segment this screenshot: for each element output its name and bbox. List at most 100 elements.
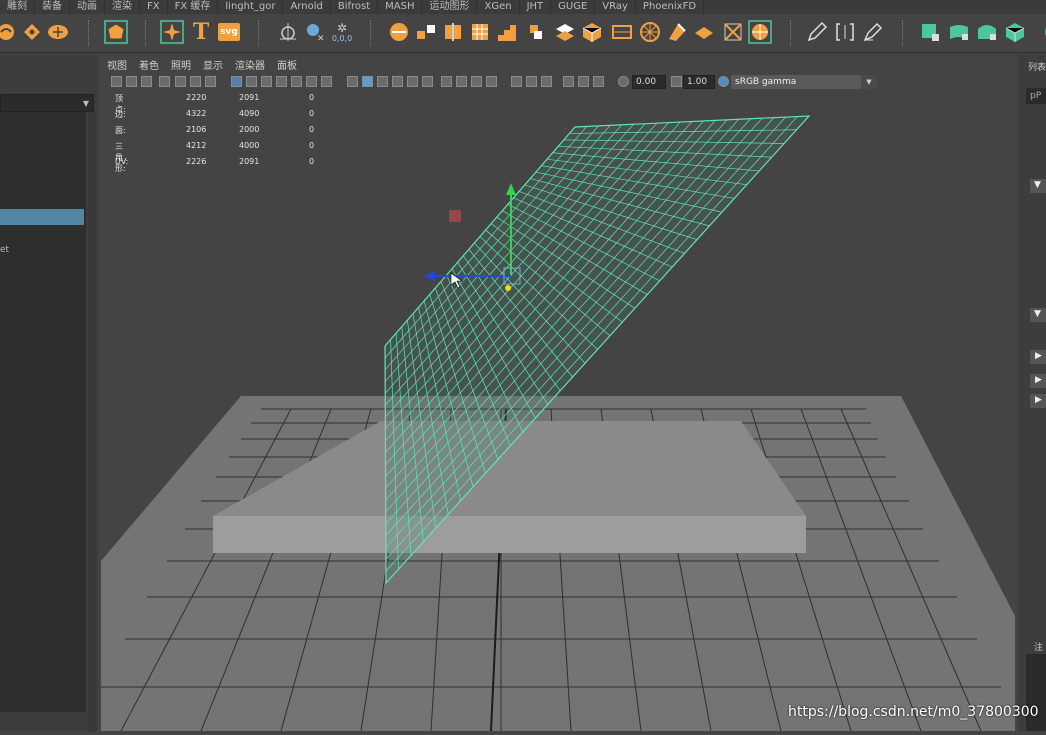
shelf-tab[interactable]: GUGE	[551, 0, 596, 14]
locator-remove-icon[interactable]: ✕	[303, 20, 327, 44]
smooth-shade-icon[interactable]	[362, 76, 373, 87]
orange-swirl-icon[interactable]	[0, 20, 18, 44]
shelf-tab[interactable]: 渲染	[105, 0, 140, 14]
menu-view[interactable]: 视图	[101, 57, 133, 72]
y-arrow-icon[interactable]	[506, 183, 516, 195]
outliner-scrollbar[interactable]	[88, 112, 96, 732]
image-plane-icon[interactable]	[159, 76, 170, 87]
pencil-icon[interactable]	[805, 20, 829, 44]
green-cube-icon[interactable]	[1003, 20, 1027, 44]
camera-icon[interactable]	[111, 76, 122, 87]
viewport-scene[interactable]: 顶点: 2220 2091 0 边: 4322 4090 0 面: 2106 2…	[101, 91, 1015, 732]
outliner-selected-item[interactable]	[0, 209, 84, 225]
bookmark-icon[interactable]	[141, 76, 152, 87]
plane-icon[interactable]	[692, 20, 716, 44]
box-icon[interactable]	[580, 20, 604, 44]
menu-show[interactable]: 显示	[197, 57, 229, 72]
stack-icon[interactable]	[524, 20, 548, 44]
wheel-icon[interactable]	[638, 20, 662, 44]
resolution-gate-icon[interactable]	[261, 76, 272, 87]
manipulator-handle[interactable]	[449, 210, 461, 222]
shelf-tab[interactable]: JHT	[520, 0, 552, 14]
menu-shading[interactable]: 着色	[133, 57, 165, 72]
section-bar[interactable]: ▼	[1030, 308, 1046, 322]
outliner-list[interactable]	[0, 112, 86, 712]
hud-icon[interactable]	[578, 76, 589, 87]
outliner-filter-dropdown[interactable]: ▼	[0, 94, 94, 112]
z-arrow-icon[interactable]	[423, 271, 435, 281]
ambient-occlusion-icon[interactable]	[456, 76, 467, 87]
exposure-icon[interactable]	[618, 76, 629, 87]
shelf-tab[interactable]: FX 缓存	[168, 0, 219, 14]
shelf-tab[interactable]: 雕刻	[0, 0, 35, 14]
wireframe-icon[interactable]	[347, 76, 358, 87]
camera-attr-icon[interactable]	[126, 76, 137, 87]
xray-icon[interactable]	[422, 76, 433, 87]
channel-box-header[interactable]: 列表	[1028, 60, 1046, 73]
panel-icon[interactable]	[610, 20, 634, 44]
gamma-field[interactable]: 1.00	[683, 75, 715, 89]
svg-tool-icon[interactable]: svg	[218, 23, 240, 41]
blocks-icon[interactable]	[414, 20, 438, 44]
shelf-tab[interactable]: Bifrost	[331, 0, 379, 14]
platform-front[interactable]	[213, 516, 806, 553]
section-bar[interactable]: ▶	[1030, 374, 1046, 388]
cross-box-icon[interactable]	[721, 20, 745, 44]
shelf-tab[interactable]: 动画	[70, 0, 105, 14]
stairs-icon[interactable]	[495, 20, 519, 44]
wire-on-shaded-icon[interactable]	[377, 76, 388, 87]
pen-icon[interactable]	[861, 20, 885, 44]
menu-lighting[interactable]: 照明	[165, 57, 197, 72]
antialias-icon[interactable]	[486, 76, 497, 87]
grease-pencil-icon[interactable]	[175, 76, 186, 87]
section-bar[interactable]: ▶	[1030, 394, 1046, 408]
safe-action-icon[interactable]	[306, 76, 317, 87]
shelf-tab[interactable]: Arnold	[283, 0, 331, 14]
sparkle-icon[interactable]	[160, 20, 184, 44]
shelf-tab[interactable]: linght_gor	[218, 0, 284, 14]
shelf-tab[interactable]: FX	[140, 0, 168, 14]
gizmo-icon[interactable]	[276, 20, 300, 44]
field-chart-icon[interactable]	[291, 76, 302, 87]
scene-canvas[interactable]	[101, 91, 1015, 732]
shelf-tab[interactable]: MASH	[378, 0, 423, 14]
isolate-select-icon[interactable]	[511, 76, 522, 87]
safe-title-icon[interactable]	[321, 76, 332, 87]
bracket-icon[interactable]	[833, 20, 857, 44]
shadows-icon[interactable]	[441, 76, 452, 87]
color-mgmt-icon[interactable]	[593, 76, 604, 87]
backface-icon[interactable]	[563, 76, 574, 87]
view-transform-icon[interactable]	[718, 76, 729, 87]
gate-mask-icon[interactable]	[276, 76, 287, 87]
shelf-tab[interactable]: 运动图形	[422, 0, 478, 14]
grid-cube-icon[interactable]	[468, 20, 492, 44]
motion-blur-icon[interactable]	[471, 76, 482, 87]
color-space-dropdown[interactable]: sRGB gamma ▼	[731, 75, 877, 89]
textured-icon[interactable]	[392, 76, 403, 87]
diamond-icon[interactable]	[20, 20, 44, 44]
shelf-tab[interactable]: VRay	[595, 0, 636, 14]
oval-icon[interactable]	[46, 20, 70, 44]
lights-icon[interactable]	[407, 76, 418, 87]
layers-icon[interactable]	[553, 20, 577, 44]
origin-icon[interactable]: ✲ 0,0,0	[330, 20, 354, 44]
disc-icon[interactable]	[387, 20, 411, 44]
object-name-field[interactable]: pP	[1026, 88, 1046, 104]
menu-panels[interactable]: 面板	[271, 57, 303, 72]
green-sphere-icon[interactable]	[1030, 20, 1046, 44]
green-shape-1-icon[interactable]	[918, 20, 942, 44]
green-shape-2-icon[interactable]	[947, 20, 971, 44]
brush-icon[interactable]	[205, 76, 216, 87]
grid-toggle-icon[interactable]	[231, 76, 242, 87]
polyhedron-icon[interactable]	[104, 20, 128, 44]
green-shape-3-icon[interactable]	[975, 20, 999, 44]
xray-active-icon[interactable]	[541, 76, 552, 87]
gamma-icon[interactable]	[671, 76, 682, 87]
slice-icon[interactable]	[441, 20, 465, 44]
section-bar[interactable]: ▼	[1030, 179, 1046, 193]
text-tool-icon[interactable]: T	[189, 19, 213, 45]
shelf-tab[interactable]: PhoenixFD	[636, 0, 705, 14]
sphere-grid-icon[interactable]	[748, 20, 772, 44]
exposure-field[interactable]: 0.00	[632, 75, 666, 89]
section-bar[interactable]: ▶	[1030, 350, 1046, 364]
